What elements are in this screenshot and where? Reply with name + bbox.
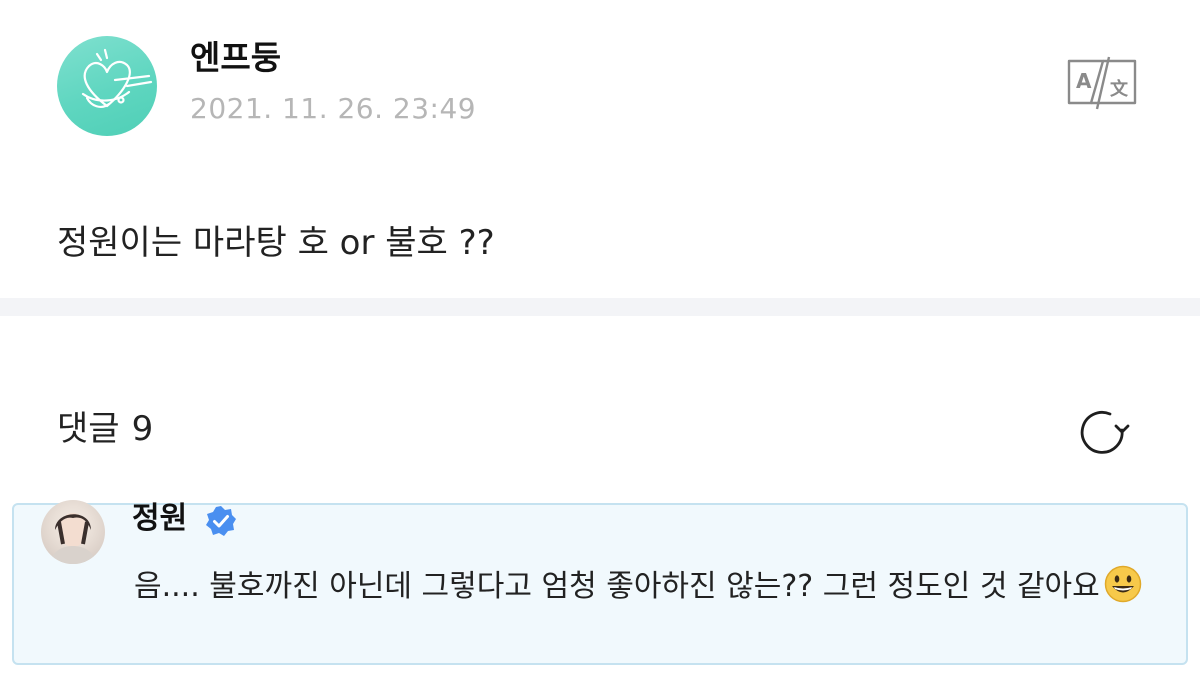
verified-badge-icon — [205, 505, 237, 537]
post-timestamp: 2021. 11. 26. 23:49 — [190, 92, 477, 125]
commenter-avatar[interactable] — [41, 500, 105, 564]
comment-text: 음.... 불호까진 아닌데 그렇다고 엄청 좋아하진 않는?? 그런 정도인 … — [134, 563, 1164, 611]
svg-text:A: A — [1076, 69, 1092, 93]
heart-doodle-icon — [81, 48, 153, 108]
comment-text-content: 음.... 불호까진 아닌데 그렇다고 엄청 좋아하진 않는?? 그런 정도인 … — [134, 569, 1100, 604]
comments-header: 댓글 9 — [57, 404, 153, 454]
translate-button[interactable]: A 文 — [1063, 55, 1141, 111]
author-avatar[interactable] — [57, 36, 157, 136]
comments-count: 9 — [131, 409, 154, 449]
post-content: 정원이는 마라탕 호 or 불호 ?? — [57, 223, 495, 263]
section-divider — [0, 298, 1200, 316]
author-name[interactable]: 엔프둥 — [190, 36, 281, 80]
post-header: 엔프둥 2021. 11. 26. 23:49 A 文 — [0, 0, 1200, 180]
refresh-icon — [1080, 411, 1130, 454]
comments-title-label: 댓글 — [57, 409, 120, 449]
translate-icon: A 文 — [1067, 56, 1137, 110]
refresh-button[interactable] — [1074, 404, 1132, 462]
grinning-face-emoji-icon — [1104, 565, 1142, 603]
svg-text:文: 文 — [1110, 78, 1129, 100]
highlighted-comment[interactable]: 정원 음.... 불호까진 아닌데 그렇다고 엄청 좋아하진 않는?? 그런 정… — [12, 500, 1188, 665]
commenter-name[interactable]: 정원 — [132, 499, 187, 539]
profile-photo-icon — [49, 513, 97, 564]
